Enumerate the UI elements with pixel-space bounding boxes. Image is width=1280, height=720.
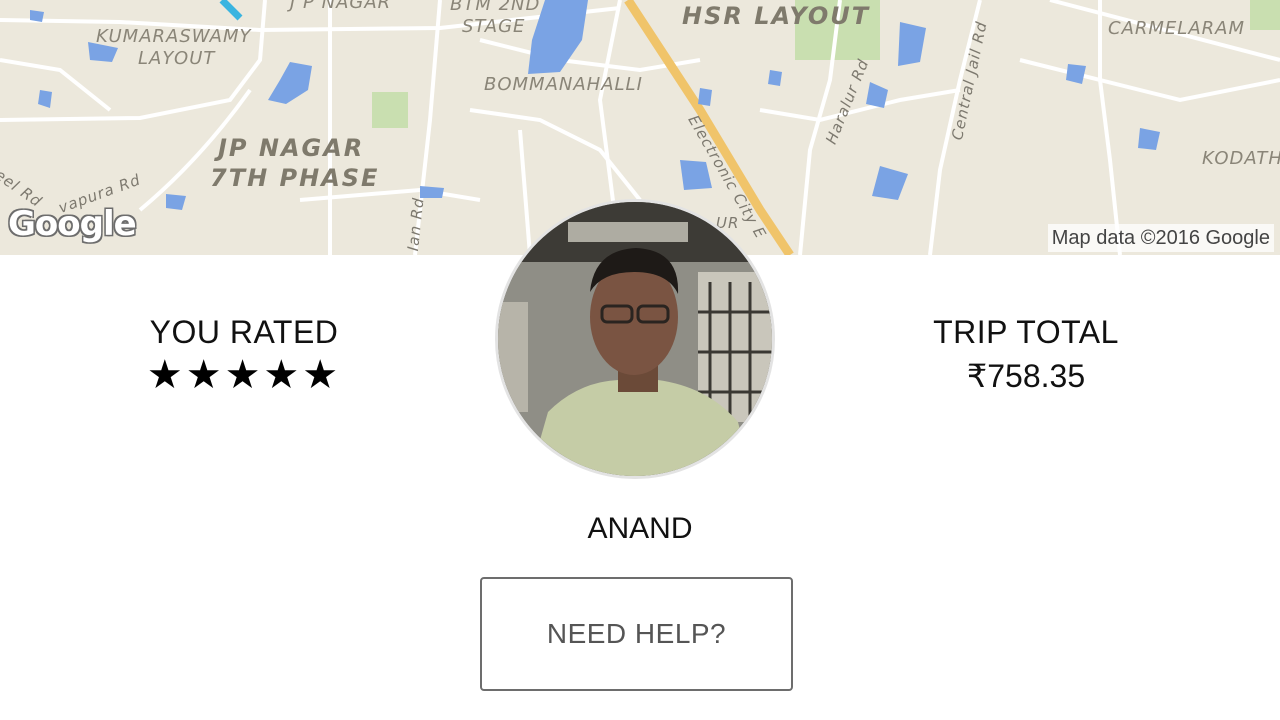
map-park bbox=[372, 92, 408, 128]
map-attribution[interactable]: Map data ©2016 Google bbox=[1047, 224, 1274, 252]
rating-title: YOU RATED bbox=[149, 314, 339, 350]
map-label-7th-phase: 7TH PHASE bbox=[210, 164, 380, 192]
trip-total-section: TRIP TOTAL ₹758.35 bbox=[876, 314, 1176, 395]
map-label-bommanahalli: BOMMANAHALLI bbox=[484, 74, 643, 95]
driver-photo bbox=[498, 202, 772, 476]
map-label-hsr: HSR LAYOUT bbox=[682, 2, 871, 30]
map-label-layout: LAYOUT bbox=[138, 48, 216, 69]
map-label-kodath: KODATH bbox=[1202, 148, 1280, 169]
map-label-stage: STAGE bbox=[462, 16, 526, 37]
google-logo: Google bbox=[8, 204, 137, 244]
map-label-jp-nagar-top: J P NAGAR bbox=[290, 0, 392, 13]
rating-stars[interactable]: ★★★★★ bbox=[94, 353, 394, 397]
trip-total-amount: ₹758.35 bbox=[966, 358, 1086, 394]
need-help-button[interactable]: NEED HELP? bbox=[480, 577, 793, 691]
map-park bbox=[1250, 0, 1280, 30]
trip-total-title: TRIP TOTAL bbox=[933, 314, 1119, 350]
rating-section: YOU RATED ★★★★★ bbox=[94, 314, 394, 397]
map-label-kumaraswamy: KUMARASWAMY bbox=[96, 26, 252, 47]
map-label-jp-nagar: JP NAGAR bbox=[218, 134, 365, 162]
driver-avatar bbox=[495, 199, 775, 479]
map-label-carmelaram: CARMELARAM bbox=[1108, 18, 1245, 39]
map-label-btm: BTM 2ND bbox=[450, 0, 541, 15]
driver-name: ANAND bbox=[587, 512, 693, 545]
map-route bbox=[219, 0, 243, 21]
